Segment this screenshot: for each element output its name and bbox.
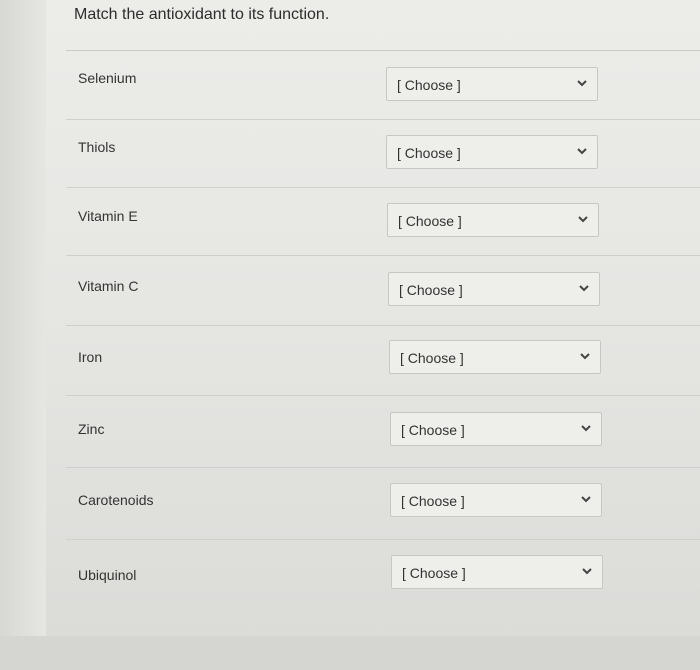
- term-label: Vitamin C: [78, 278, 139, 294]
- match-row: Zinc [ Choose ]: [66, 395, 700, 468]
- bottom-strip: [0, 636, 700, 670]
- term-label: Ubiquinol: [78, 567, 137, 583]
- quiz-page: Match the antioxidant to its function. S…: [0, 0, 700, 670]
- chevron-down-icon: [581, 496, 591, 503]
- chevron-down-icon: [579, 285, 589, 292]
- term-label: Selenium: [78, 70, 137, 86]
- chevron-down-icon: [577, 148, 587, 155]
- select-value: [ Choose ]: [399, 282, 463, 298]
- chevron-down-icon: [577, 80, 587, 87]
- match-row: Thiols [ Choose ]: [66, 119, 700, 188]
- chevron-down-icon: [580, 353, 590, 360]
- answer-select[interactable]: [ Choose ]: [386, 135, 598, 169]
- match-row: Vitamin C [ Choose ]: [66, 255, 700, 326]
- term-label: Zinc: [78, 421, 105, 437]
- match-row: Vitamin E [ Choose ]: [66, 187, 700, 256]
- select-value: [ Choose ]: [397, 145, 461, 161]
- answer-select[interactable]: [ Choose ]: [390, 483, 602, 517]
- select-value: [ Choose ]: [401, 422, 465, 438]
- select-value: [ Choose ]: [402, 565, 466, 581]
- match-row: Ubiquinol [ Choose ]: [66, 539, 700, 619]
- question-title: Match the antioxidant to its function.: [74, 6, 330, 23]
- select-value: [ Choose ]: [398, 213, 462, 229]
- term-label: Thiols: [78, 139, 116, 155]
- chevron-down-icon: [578, 216, 588, 223]
- chevron-down-icon: [581, 425, 591, 432]
- term-label: Iron: [78, 349, 103, 365]
- answer-select[interactable]: [ Choose ]: [391, 555, 603, 589]
- match-row: Selenium [ Choose ]: [66, 51, 700, 120]
- chevron-down-icon: [582, 568, 592, 575]
- answer-select[interactable]: [ Choose ]: [387, 203, 599, 237]
- answer-select[interactable]: [ Choose ]: [388, 272, 600, 306]
- term-label: Carotenoids: [78, 492, 154, 508]
- select-value: [ Choose ]: [401, 493, 465, 509]
- term-label: Vitamin E: [78, 208, 138, 224]
- select-value: [ Choose ]: [400, 350, 464, 366]
- left-margin: [0, 0, 46, 670]
- answer-select[interactable]: [ Choose ]: [389, 340, 601, 374]
- answer-select[interactable]: [ Choose ]: [390, 412, 602, 446]
- answer-select[interactable]: [ Choose ]: [386, 67, 598, 101]
- select-value: [ Choose ]: [397, 77, 461, 93]
- matching-panel: Selenium [ Choose ] Thiols [ Choose ] Vi…: [66, 50, 700, 636]
- match-row: Carotenoids [ Choose ]: [66, 467, 700, 540]
- match-row: Iron [ Choose ]: [66, 325, 700, 396]
